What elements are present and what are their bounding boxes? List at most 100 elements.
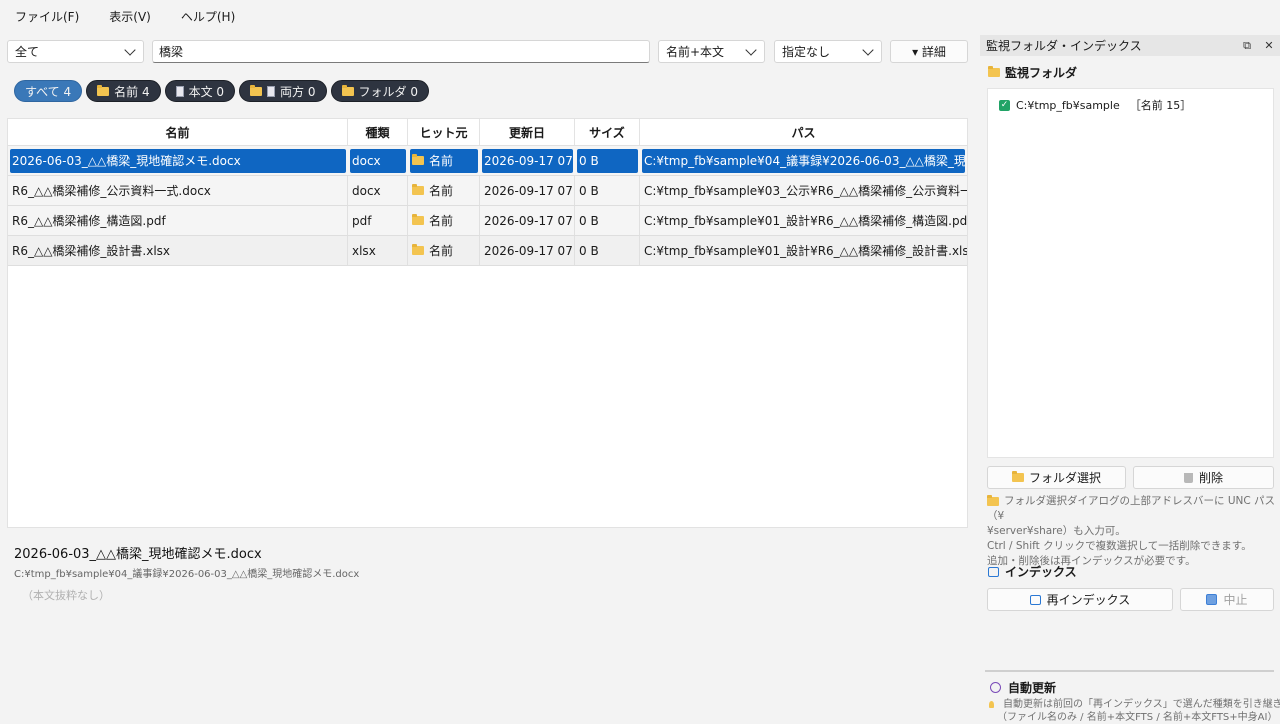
refresh-icon [1029, 594, 1041, 605]
menu-file[interactable]: ファイル(F) [0, 8, 94, 25]
folder-hint: フォルダ選択ダイアログの上部アドレスバーに UNC パス（¥ ¥server¥s… [987, 494, 1277, 569]
menu-view[interactable]: 表示(V) [94, 8, 166, 25]
cell-size: 0 B [575, 176, 640, 205]
cell-hit-label: 名前 [429, 244, 454, 258]
folder-count: ［名前 15］ [1129, 99, 1192, 112]
table-row[interactable]: R6_△△橋梁補修_構造図.pdf pdf 名前 2026-09-17 07:4… [8, 206, 967, 236]
reindex-label: 再インデックス [1046, 593, 1131, 607]
chip-both[interactable]: 両方 0 [239, 80, 327, 102]
column-header-name[interactable]: 名前 [8, 119, 348, 145]
folder-icon [988, 66, 1000, 77]
watch-folder-heading: 監視フォルダ [988, 64, 1077, 81]
stop-icon [1206, 594, 1218, 605]
cell-date: 2026-09-17 07:42 [480, 236, 575, 265]
column-header-hit[interactable]: ヒット元 [408, 119, 480, 145]
column-header-type[interactable]: 種類 [348, 119, 408, 145]
cell-path: C:¥tmp_fb¥sample¥01_設計¥R6_△△橋梁補修_構造図.pdf [644, 214, 967, 228]
folder-select-button[interactable]: フォルダ選択 [987, 466, 1126, 489]
index-heading: インデックス [988, 563, 1077, 580]
menu-help[interactable]: ヘルプ(H) [166, 8, 250, 25]
cell-hit: 名前 [410, 148, 478, 173]
cell-hit-label: 名前 [429, 154, 454, 168]
table-row[interactable]: R6_△△橋梁補修_公示資料一式.docx docx 名前 2026-09-17… [8, 176, 967, 206]
filter-select[interactable]: 指定なし [774, 40, 882, 63]
cell-type: pdf [348, 206, 408, 235]
search-input[interactable] [152, 40, 650, 63]
cell-hit: 名前 [408, 206, 480, 235]
scope-select-value: 全て [15, 45, 40, 59]
checkbox-checked-icon[interactable]: ✓ [999, 99, 1010, 111]
table-row[interactable]: 2026-06-03_△△橋梁_現地確認メモ.docx docx 名前 2026… [8, 146, 967, 176]
cell-type: docx [348, 176, 408, 205]
watch-folder-title: 監視フォルダ [1005, 66, 1078, 80]
cell-size: 0 B [575, 236, 640, 265]
folder-icon [250, 84, 263, 96]
cell-hit: 名前 [408, 236, 480, 265]
folder-select-label: フォルダ選択 [1028, 471, 1101, 485]
hint-line: 自動更新は前回の「再インデックス」で選んだ種類を引き継ぎます。 [1003, 699, 1280, 710]
preview-body: （本文抜粋なし） [22, 589, 110, 602]
delete-button[interactable]: 削除 [1133, 466, 1274, 489]
reindex-button[interactable]: 再インデックス [987, 588, 1173, 611]
cell-date: 2026-09-17 07:42 [480, 176, 575, 205]
auto-update-heading: 自動更新 [990, 679, 1056, 696]
preview-path: C:¥tmp_fb¥sample¥04_議事録¥2026-06-03_△△橋梁_… [14, 569, 360, 580]
timer-icon [990, 682, 1001, 693]
preview-title: 2026-06-03_△△橋梁_現地確認メモ.docx [14, 547, 262, 562]
cell-hit: 名前 [408, 176, 480, 205]
chip-label: フォルダ 0 [358, 84, 418, 99]
chip-body[interactable]: 本文 0 [164, 80, 236, 102]
results-table: 名前 種類 ヒット元 更新日 サイズ パス 2026-06-03_△△橋梁_現地… [7, 118, 968, 528]
float-icon[interactable]: ⧉ [1236, 39, 1258, 53]
divider [985, 670, 1274, 672]
bulb-icon [989, 700, 994, 708]
filter-select-value: 指定なし [782, 45, 831, 59]
folder-icon [987, 494, 999, 506]
stop-label: 中止 [1223, 593, 1248, 607]
cell-name: R6_△△橋梁補修_公示資料一式.docx [8, 176, 348, 205]
chip-label: すべて 4 [25, 84, 72, 99]
chip-label: 名前 4 [114, 84, 150, 99]
list-item[interactable]: ✓ C:¥tmp_fb¥sample ［名前 15］ [988, 89, 1273, 113]
cell-size: 0 B [577, 148, 638, 173]
cell-name: R6_△△橋梁補修_構造図.pdf [8, 206, 348, 235]
panel-header: 監視フォルダ・インデックス ⧉ ✕ [980, 35, 1280, 56]
scope-select[interactable]: 全て [7, 40, 144, 63]
folder-icon [1011, 471, 1024, 482]
trash-icon [1183, 472, 1193, 483]
detail-button-label: ▾ 詳細 [912, 45, 946, 59]
cell-type: xlsx [348, 236, 408, 265]
column-header-size[interactable]: サイズ [575, 119, 640, 145]
hint-line: Ctrl / Shift クリックで複数選択して一括削除できます。 [987, 540, 1252, 552]
hit-filter-chips: すべて 4 名前 4 本文 0 両方 0 フォルダ 0 [14, 80, 429, 102]
hint-line: フォルダ選択ダイアログの上部アドレスバーに UNC パス（¥ [987, 495, 1276, 522]
detail-button[interactable]: ▾ 詳細 [890, 40, 968, 63]
folder-icon [97, 84, 110, 96]
cell-name: 2026-06-03_△△橋梁_現地確認メモ.docx [10, 148, 346, 173]
chip-all[interactable]: すべて 4 [14, 80, 83, 102]
column-header-date[interactable]: 更新日 [480, 119, 575, 145]
index-title: インデックス [1005, 565, 1077, 579]
table-row[interactable]: R6_△△橋梁補修_設計書.xlsx xlsx 名前 2026-09-17 07… [8, 236, 967, 266]
chevron-down-icon [124, 43, 136, 56]
cell-path: C:¥tmp_fb¥sample¥04_議事録¥2026-06-03_△△橋梁_… [642, 148, 965, 173]
chip-folder[interactable]: フォルダ 0 [330, 80, 429, 102]
search-mode-select[interactable]: 名前+本文 [658, 40, 765, 63]
folder-icon [412, 184, 424, 195]
search-mode-value: 名前+本文 [666, 45, 725, 59]
cell-hit-label: 名前 [429, 184, 454, 198]
document-icon [175, 85, 184, 97]
cell-name: R6_△△橋梁補修_設計書.xlsx [8, 236, 348, 265]
folder-icon [341, 84, 354, 96]
delete-label: 削除 [1198, 471, 1223, 485]
cell-size: 0 B [575, 206, 640, 235]
hint-line: ¥server¥share）も入力可。 [987, 525, 1126, 537]
hint-line: （ファイル名のみ / 名前+本文FTS / 名前+本文FTS+中身AI） [997, 712, 1278, 723]
watch-folder-list[interactable]: ✓ C:¥tmp_fb¥sample ［名前 15］ [987, 88, 1274, 458]
close-icon[interactable]: ✕ [1258, 39, 1280, 52]
stop-button[interactable]: 中止 [1180, 588, 1274, 611]
cell-date: 2026-09-17 07:42 [480, 206, 575, 235]
cell-hit-label: 名前 [429, 214, 454, 228]
chip-name[interactable]: 名前 4 [86, 80, 161, 102]
column-header-path[interactable]: パス [640, 119, 967, 145]
